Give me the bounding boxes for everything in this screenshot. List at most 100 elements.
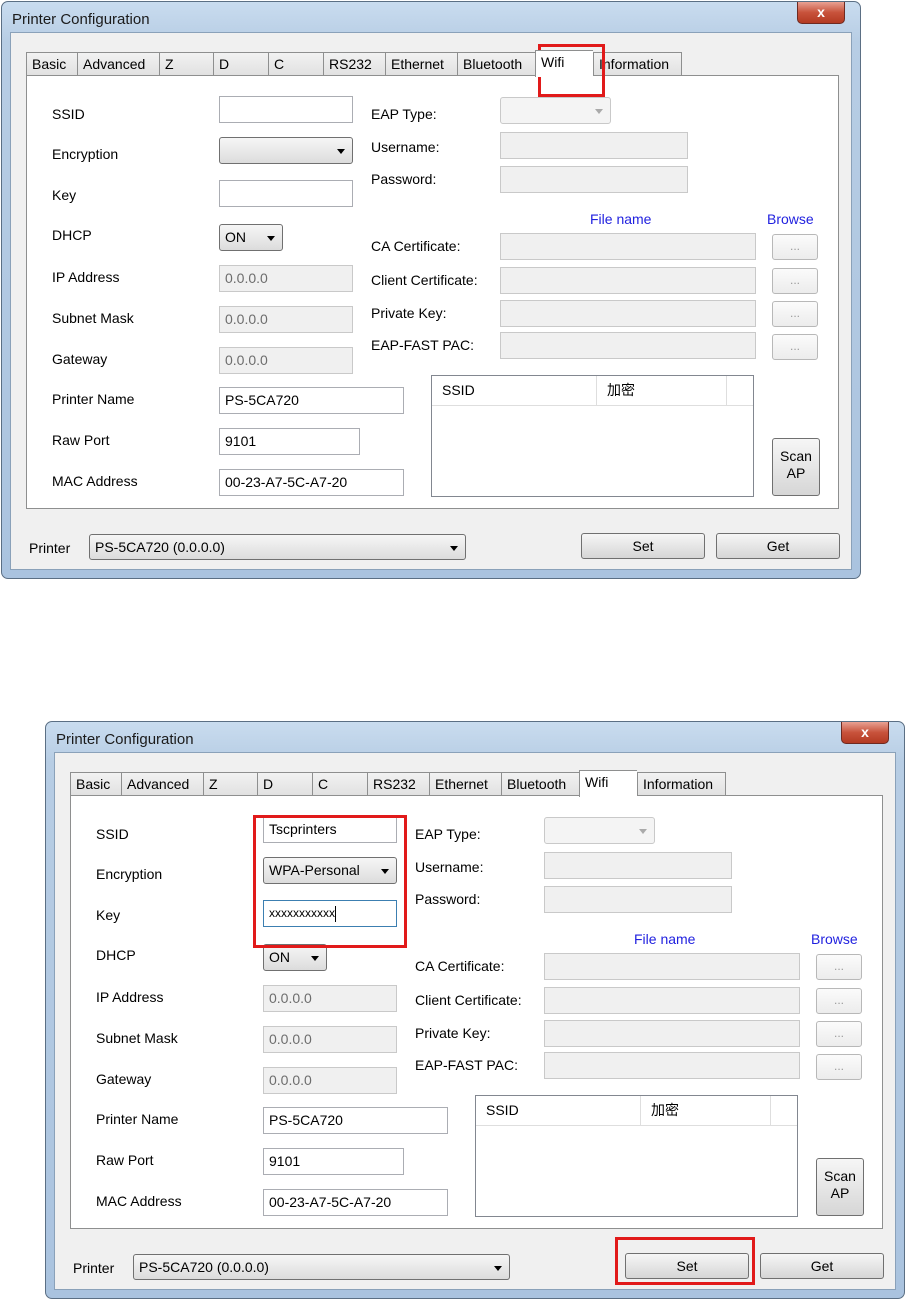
ap-list-header-encryption[interactable]: 加密 — [597, 376, 727, 406]
ssid-label: SSID — [96, 826, 129, 842]
ca-certificate-browse-button[interactable]: ... — [816, 954, 862, 980]
ssid-input[interactable] — [219, 96, 353, 123]
password-input — [544, 886, 732, 913]
client-certificate-label: Client Certificate: — [415, 992, 522, 1008]
private-key-input — [500, 300, 756, 327]
tab-d[interactable]: D — [213, 52, 268, 76]
tab-ethernet[interactable]: Ethernet — [385, 52, 457, 76]
client-certificate-input — [544, 987, 800, 1014]
dhcp-dropdown[interactable]: ON — [263, 944, 327, 971]
dhcp-label: DHCP — [96, 947, 136, 963]
tab-rs232[interactable]: RS232 — [323, 52, 385, 76]
close-icon[interactable]: x — [841, 722, 889, 744]
private-key-label: Private Key: — [371, 305, 447, 321]
printer-dropdown[interactable]: PS-5CA720 (0.0.0.0) — [89, 534, 466, 560]
tab-basic[interactable]: Basic — [26, 52, 77, 76]
tab-c[interactable]: C — [268, 52, 323, 76]
printer-dropdown[interactable]: PS-5CA720 (0.0.0.0) — [133, 1254, 510, 1280]
printer-value: PS-5CA720 (0.0.0.0) — [95, 539, 225, 555]
dialog-client-area: Basic Advanced Z D C RS232 Ethernet Blue… — [10, 32, 852, 570]
scan-ap-button[interactable]: Scan AP — [772, 438, 820, 496]
printer-configuration-window-1: Printer Configuration x Basic Advanced Z… — [1, 1, 861, 579]
ca-certificate-input — [500, 233, 756, 260]
tab-strip: Basic Advanced Z D C RS232 Ethernet Blue… — [26, 50, 682, 77]
tab-d[interactable]: D — [257, 772, 312, 796]
key-input[interactable] — [219, 180, 353, 207]
private-key-browse-button[interactable]: ... — [772, 301, 818, 327]
get-button[interactable]: Get — [760, 1253, 884, 1279]
eap-fast-pac-browse-button[interactable]: ... — [772, 334, 818, 360]
printer-label: Printer — [29, 540, 71, 556]
ip-address-label: IP Address — [52, 269, 120, 285]
tab-wifi[interactable]: Wifi — [535, 50, 593, 77]
set-button-highlight — [615, 1237, 755, 1285]
tab-rs232[interactable]: RS232 — [367, 772, 429, 796]
tab-wifi[interactable]: Wifi — [579, 770, 637, 797]
scan-ap-label-line2: AP — [786, 465, 806, 481]
tab-z[interactable]: Z — [203, 772, 257, 796]
tab-z[interactable]: Z — [159, 52, 213, 76]
ap-list-header-ssid[interactable]: SSID — [432, 376, 597, 406]
raw-port-label: Raw Port — [52, 432, 110, 448]
printer-label: Printer — [73, 1260, 115, 1276]
eap-fast-pac-input — [544, 1052, 800, 1079]
username-label: Username: — [371, 139, 440, 155]
tab-advanced[interactable]: Advanced — [77, 52, 159, 76]
scan-ap-label-line1: Scan — [824, 1168, 856, 1184]
file-name-header: File name — [634, 931, 696, 947]
chevron-down-icon — [337, 149, 345, 154]
password-input — [500, 166, 688, 193]
ca-certificate-browse-button[interactable]: ... — [772, 234, 818, 260]
chevron-down-icon — [639, 829, 647, 834]
ap-list-header-filler — [727, 376, 753, 406]
eap-type-dropdown — [500, 97, 611, 124]
encryption-dropdown[interactable] — [219, 137, 353, 164]
tab-advanced[interactable]: Advanced — [121, 772, 203, 796]
eap-fast-pac-label: EAP-FAST PAC: — [371, 337, 474, 353]
mac-address-input[interactable]: 00-23-A7-5C-A7-20 — [263, 1189, 448, 1216]
printer-name-input[interactable]: PS-5CA720 — [219, 387, 404, 414]
private-key-browse-button[interactable]: ... — [816, 1021, 862, 1047]
get-button[interactable]: Get — [716, 533, 840, 559]
tab-information[interactable]: Information — [593, 52, 682, 76]
gateway-input: 0.0.0.0 — [263, 1067, 397, 1094]
encryption-label: Encryption — [52, 146, 119, 162]
tab-ethernet[interactable]: Ethernet — [429, 772, 501, 796]
dhcp-dropdown[interactable]: ON — [219, 224, 283, 251]
dhcp-value: ON — [269, 949, 290, 965]
raw-port-input[interactable]: 9101 — [263, 1148, 404, 1175]
eap-fast-pac-browse-button[interactable]: ... — [816, 1054, 862, 1080]
ap-list-header-encryption[interactable]: 加密 — [641, 1096, 771, 1126]
key-label: Key — [52, 187, 77, 203]
client-certificate-browse-button[interactable]: ... — [816, 988, 862, 1014]
subnet-mask-label: Subnet Mask — [96, 1030, 178, 1046]
eap-type-label: EAP Type: — [371, 106, 437, 122]
ap-list[interactable]: SSID 加密 — [431, 375, 754, 497]
close-icon[interactable]: x — [797, 2, 845, 24]
tab-bluetooth[interactable]: Bluetooth — [457, 52, 535, 76]
client-certificate-input — [500, 267, 756, 294]
tab-bluetooth[interactable]: Bluetooth — [501, 772, 579, 796]
printer-name-label: Printer Name — [96, 1111, 179, 1127]
window-title: Printer Configuration — [56, 731, 194, 748]
dhcp-label: DHCP — [52, 227, 92, 243]
chevron-down-icon — [311, 956, 319, 961]
password-label: Password: — [371, 171, 437, 187]
eap-fast-pac-label: EAP-FAST PAC: — [415, 1057, 518, 1073]
printer-name-input[interactable]: PS-5CA720 — [263, 1107, 448, 1134]
mac-address-input[interactable]: 00-23-A7-5C-A7-20 — [219, 469, 404, 496]
dhcp-value: ON — [225, 229, 246, 245]
ap-list-header-filler — [771, 1096, 797, 1126]
scan-ap-button[interactable]: Scan AP — [816, 1158, 864, 1216]
set-button[interactable]: Set — [581, 533, 705, 559]
client-certificate-browse-button[interactable]: ... — [772, 268, 818, 294]
tab-c[interactable]: C — [312, 772, 367, 796]
ap-list[interactable]: SSID 加密 — [475, 1095, 798, 1217]
ap-list-header-ssid[interactable]: SSID — [476, 1096, 641, 1126]
file-name-header: File name — [590, 211, 652, 227]
tab-basic[interactable]: Basic — [70, 772, 121, 796]
eap-fast-pac-input — [500, 332, 756, 359]
raw-port-input[interactable]: 9101 — [219, 428, 360, 455]
printer-name-label: Printer Name — [52, 391, 135, 407]
tab-information[interactable]: Information — [637, 772, 726, 796]
